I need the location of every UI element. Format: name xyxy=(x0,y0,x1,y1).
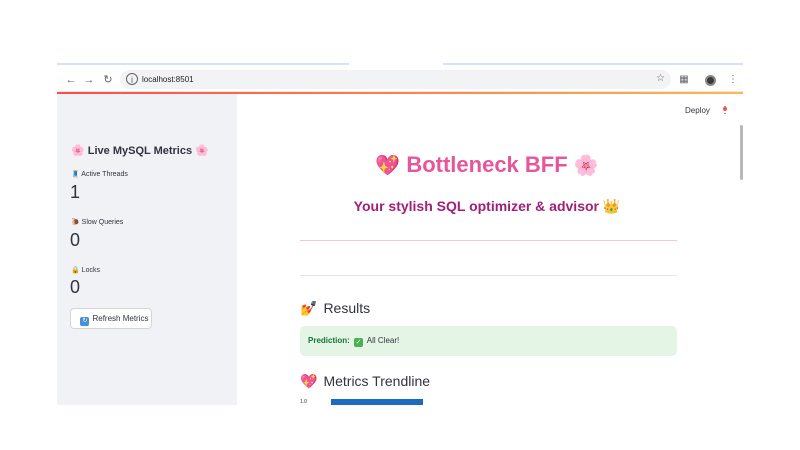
chart-y-tick: 1.0 xyxy=(300,399,307,405)
url-text[interactable]: localhost:8501 xyxy=(142,73,194,86)
flower-icon: 🌸 xyxy=(195,145,209,157)
star-icon[interactable]: ☆ xyxy=(656,72,665,86)
forward-icon[interactable]: → xyxy=(81,72,97,88)
flower-icon: 🌸 xyxy=(71,145,85,157)
metric-label-slow-queries: 🐌 Slow Queries xyxy=(71,219,124,226)
lock-icon: 🔒 xyxy=(71,267,80,274)
sidebar: 🌸 Live MySQL Metrics 🌸 🧵 Active Threads … xyxy=(57,94,237,405)
metric-label-active-threads: 🧵 Active Threads xyxy=(71,171,128,178)
metric-value-locks: 0 xyxy=(70,277,81,297)
trendline-heading: 💖 Metrics Trendline xyxy=(300,373,431,389)
metric-value-active-threads: 1 xyxy=(70,182,81,202)
sidebar-title: 🌸 Live MySQL Metrics 🌸 xyxy=(71,144,209,157)
notification-dot xyxy=(723,107,727,111)
refresh-metrics-button[interactable]: ↻ Refresh Metrics xyxy=(70,308,152,329)
tab-indicator-left xyxy=(57,63,349,65)
page-subtitle: Your stylish SQL optimizer & advisor 👑 xyxy=(237,198,737,215)
heart-icon: 💖 xyxy=(375,155,401,177)
scrollbar[interactable] xyxy=(740,125,743,180)
snail-icon: 🐌 xyxy=(71,219,80,226)
kebab-menu-icon[interactable]: ⋮ xyxy=(725,72,741,88)
prediction-alert: Prediction: ✓ All Clear! xyxy=(300,326,677,356)
puzzle-icon[interactable]: ▦ xyxy=(676,72,692,88)
heart-icon: 💖 xyxy=(300,373,318,389)
divider-pink xyxy=(300,240,677,241)
thread-icon: 🧵 xyxy=(71,171,80,178)
page-title-text: Bottleneck BFF xyxy=(406,152,568,177)
crown-icon: 👑 xyxy=(602,198,621,214)
metric-label-locks: 🔒 Locks xyxy=(71,267,100,274)
sidebar-title-text: Live MySQL Metrics xyxy=(87,145,193,157)
prediction-label: Prediction: xyxy=(308,336,350,345)
reload-icon[interactable]: ↻ xyxy=(100,72,116,88)
back-icon[interactable]: ← xyxy=(63,72,79,88)
deploy-button[interactable]: Deploy xyxy=(685,106,710,115)
results-heading: 💅 Results xyxy=(300,300,371,316)
refresh-icon: ↻ xyxy=(80,317,90,326)
flower-icon: 🌸 xyxy=(573,155,599,177)
refresh-label: Refresh Metrics xyxy=(92,314,149,323)
prediction-value: All Clear! xyxy=(366,336,400,345)
browser-window: ← → ↻ i localhost:8501 ☆ ▦ ⋮ 🌸 Live MySQ… xyxy=(57,63,743,405)
info-icon[interactable]: i xyxy=(126,73,138,85)
metric-value-slow-queries: 0 xyxy=(70,230,81,250)
page-subtitle-text: Your stylish SQL optimizer & advisor xyxy=(353,198,599,214)
main-content: Deploy ⋮ 💖 Bottleneck BFF 🌸 Your stylish… xyxy=(237,94,743,405)
address-bar[interactable]: i localhost:8501 ☆ xyxy=(120,70,671,89)
nail-polish-icon: 💅 xyxy=(300,300,318,316)
divider-gray xyxy=(300,275,677,276)
avatar-icon[interactable] xyxy=(705,75,716,86)
page-title: 💖 Bottleneck BFF 🌸 xyxy=(237,152,737,178)
check-icon: ✓ xyxy=(354,338,364,347)
tab-indicator-right xyxy=(443,63,743,65)
browser-toolbar: ← → ↻ i localhost:8501 ☆ ▦ ⋮ xyxy=(57,68,743,92)
chart-series-bar xyxy=(331,399,423,405)
